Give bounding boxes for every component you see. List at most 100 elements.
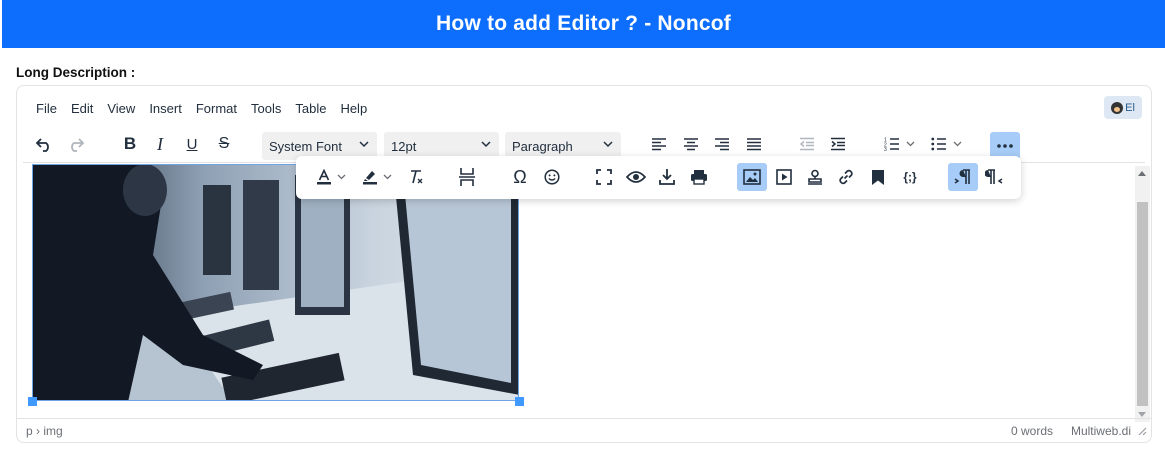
chevron-down-icon (383, 174, 392, 180)
chevron-down-icon (953, 141, 961, 147)
resize-handle-bottom-right[interactable] (515, 397, 524, 406)
menu-view[interactable]: View (100, 97, 142, 120)
text-color-icon (317, 169, 331, 185)
strikethrough-icon: S (218, 135, 230, 152)
align-center-button[interactable] (678, 130, 704, 158)
italic-button[interactable]: I (147, 130, 173, 158)
font-size-value: 12pt (391, 138, 417, 154)
link-icon (839, 169, 853, 185)
resize-grip-icon[interactable] (1138, 427, 1147, 436)
italic-icon: I (157, 133, 163, 154)
rich-text-editor: File Edit View Insert Format Tools Table… (16, 85, 1152, 443)
preview-button[interactable] (622, 163, 650, 191)
justify-icon (747, 138, 761, 151)
menu-table[interactable]: Table (288, 97, 333, 120)
resize-handle-bottom-left[interactable] (28, 397, 37, 406)
ltr-button[interactable] (948, 163, 978, 191)
ai-assistant-button[interactable]: El (1104, 96, 1142, 119)
scroll-down-arrow-icon[interactable] (1138, 412, 1146, 417)
office-photo (33, 165, 518, 400)
rtl-icon (985, 169, 1003, 184)
align-left-icon (652, 138, 666, 151)
preview-icon (626, 171, 646, 183)
media-icon (776, 169, 792, 185)
chevron-down-icon (603, 141, 613, 148)
long-description-label: Long Description : (16, 65, 136, 80)
strikethrough-button[interactable]: S (211, 130, 237, 158)
fullscreen-button[interactable] (590, 163, 618, 191)
inserted-image[interactable] (32, 164, 519, 401)
template-icon (808, 169, 822, 185)
template-button[interactable] (801, 163, 829, 191)
word-count[interactable]: 0 words (1011, 424, 1053, 438)
print-button[interactable] (685, 163, 713, 191)
chevron-down-icon (337, 174, 346, 180)
page-break-icon (459, 168, 475, 186)
branding-link[interactable]: Multiweb.di (1071, 424, 1131, 438)
code-sample-button[interactable]: {;} (895, 163, 925, 191)
menu-file[interactable]: File (29, 97, 64, 120)
numbered-list-button[interactable]: 123 (879, 130, 919, 158)
menu-tools[interactable]: Tools (244, 97, 288, 120)
scrollbar-thumb[interactable] (1137, 202, 1148, 406)
bold-icon: B (123, 134, 137, 153)
outdent-button[interactable] (794, 130, 820, 158)
menu-help[interactable]: Help (333, 97, 374, 120)
menu-edit[interactable]: Edit (64, 97, 100, 120)
text-color-button[interactable] (310, 163, 352, 191)
rtl-button[interactable] (980, 163, 1008, 191)
anchor-icon (872, 169, 884, 185)
highlight-color-icon (363, 171, 377, 185)
element-path[interactable]: p › img (26, 424, 63, 438)
special-character-icon: Ω (513, 166, 527, 187)
chevron-down-icon (906, 141, 914, 147)
menu-insert[interactable]: Insert (142, 97, 189, 120)
content-scrollbar[interactable] (1135, 166, 1150, 422)
editor-content-area[interactable] (18, 164, 1134, 420)
indent-icon (831, 137, 845, 151)
highlight-color-button[interactable] (356, 163, 398, 191)
media-button[interactable] (770, 163, 798, 191)
align-center-icon (684, 138, 698, 151)
underline-button[interactable]: U (179, 130, 205, 158)
svg-text:3: 3 (884, 147, 887, 151)
code-sample-icon: {;} (903, 170, 917, 184)
redo-button[interactable] (63, 130, 89, 158)
image-button[interactable] (737, 163, 767, 191)
justify-button[interactable] (741, 130, 767, 158)
outdent-icon (799, 137, 814, 151)
bold-button[interactable]: B (117, 130, 143, 158)
print-icon (691, 170, 707, 185)
save-icon (659, 169, 675, 185)
ltr-icon (954, 169, 970, 184)
align-left-button[interactable] (646, 130, 672, 158)
undo-icon (35, 138, 49, 152)
emoji-button[interactable] (538, 163, 566, 191)
special-character-button[interactable]: Ω (506, 163, 534, 191)
undo-button[interactable] (31, 130, 57, 158)
underline-icon: U (186, 135, 198, 153)
bullet-list-button[interactable] (925, 130, 967, 158)
font-family-value: System Font (269, 138, 342, 154)
numbered-list-icon: 123 (884, 138, 899, 151)
align-right-icon (715, 138, 729, 151)
scroll-up-arrow-icon[interactable] (1138, 171, 1146, 176)
ai-assistant-label: El (1125, 101, 1135, 114)
anchor-button[interactable] (864, 163, 892, 191)
chevron-down-icon (359, 141, 369, 148)
menu-format[interactable]: Format (189, 97, 244, 120)
align-right-button[interactable] (709, 130, 735, 158)
indent-button[interactable] (825, 130, 851, 158)
chevron-down-icon (481, 141, 491, 148)
toolbar-overflow-drawer: Ω {;} (296, 156, 1021, 199)
clear-formatting-icon (411, 170, 423, 184)
menubar: File Edit View Insert Format Tools Table… (17, 86, 1151, 130)
more-icon (997, 144, 1013, 148)
image-icon (743, 169, 761, 185)
save-button[interactable] (653, 163, 681, 191)
clear-formatting-button[interactable] (402, 163, 430, 191)
link-button[interactable] (832, 163, 860, 191)
block-format-value: Paragraph (512, 138, 573, 154)
status-bar: p › img 0 words Multiweb.di (17, 418, 1151, 442)
page-break-button[interactable] (453, 163, 481, 191)
